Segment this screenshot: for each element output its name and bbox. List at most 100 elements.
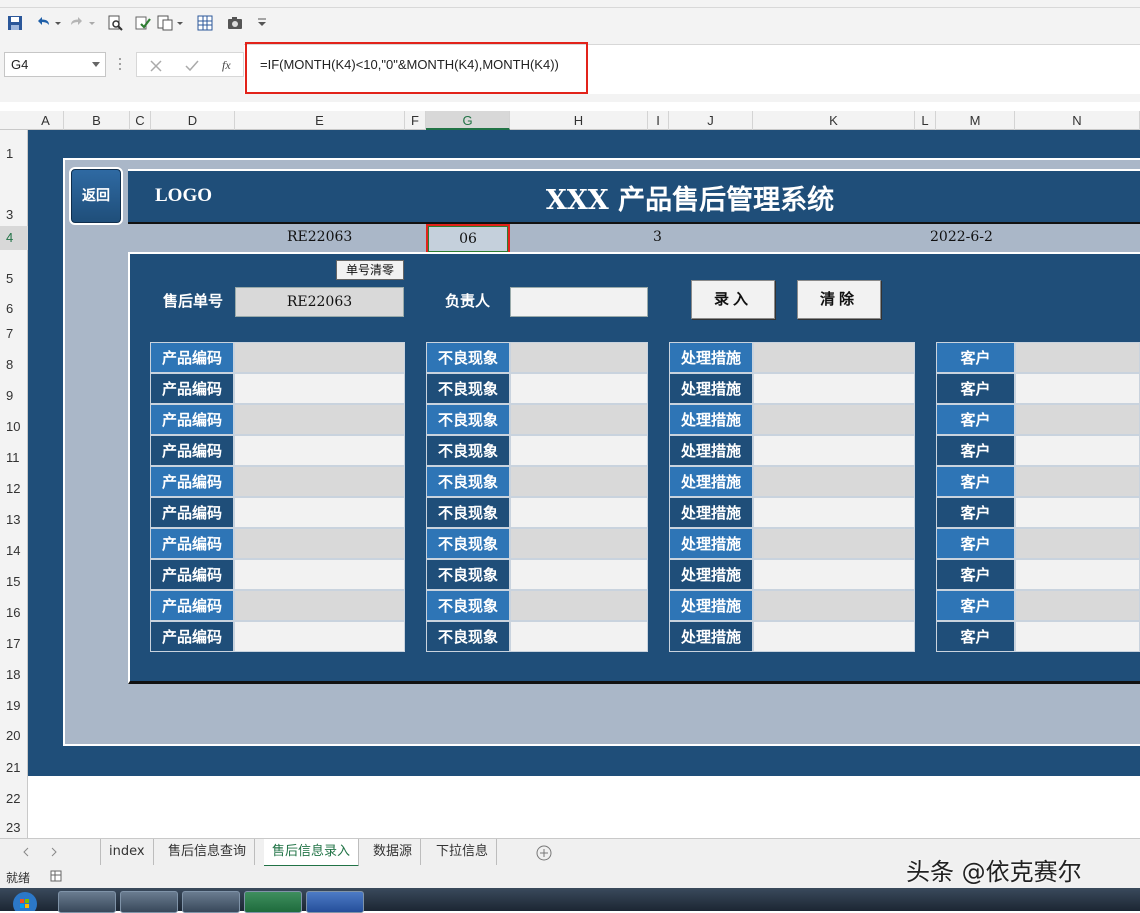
defect-input[interactable] bbox=[510, 404, 648, 435]
product-code-input[interactable] bbox=[234, 435, 405, 466]
measure-input[interactable] bbox=[753, 621, 915, 652]
camera-icon[interactable] bbox=[226, 14, 244, 32]
order-number-field[interactable]: RE22063 bbox=[235, 287, 404, 317]
defect-input[interactable] bbox=[510, 435, 648, 466]
row-header[interactable]: 22 bbox=[0, 791, 28, 806]
tab-query[interactable]: 售后信息查询 bbox=[160, 839, 256, 865]
defect-input[interactable] bbox=[510, 497, 648, 528]
row-header[interactable]: 3 bbox=[0, 207, 28, 222]
date-cell[interactable]: 2022-6-2 bbox=[930, 229, 993, 245]
macro-record-icon[interactable] bbox=[50, 870, 64, 883]
column-header-g[interactable]: G bbox=[426, 111, 510, 130]
browser-icon[interactable] bbox=[182, 891, 240, 913]
row-header[interactable]: 10 bbox=[0, 419, 28, 434]
taskbar-app-icon[interactable] bbox=[58, 891, 116, 913]
sequence-cell[interactable]: 3 bbox=[653, 229, 662, 245]
print-preview-icon[interactable] bbox=[106, 14, 124, 32]
tab-entry[interactable]: 售后信息录入 bbox=[264, 839, 360, 867]
save-icon[interactable] bbox=[6, 14, 24, 32]
word-icon[interactable] bbox=[306, 891, 364, 913]
undo-icon[interactable] bbox=[34, 14, 52, 32]
tab-scroll-left-icon[interactable] bbox=[22, 847, 30, 857]
tab-data-source[interactable]: 数据源 bbox=[365, 839, 422, 865]
measure-input[interactable] bbox=[753, 373, 915, 404]
row-header-selected[interactable]: 4 bbox=[0, 226, 28, 250]
defect-input[interactable] bbox=[510, 621, 648, 652]
measure-input[interactable] bbox=[753, 466, 915, 497]
product-code-input[interactable] bbox=[234, 528, 405, 559]
tab-scroll-right-icon[interactable] bbox=[50, 847, 58, 857]
customer-input[interactable] bbox=[1015, 373, 1140, 404]
customize-qat-icon[interactable] bbox=[256, 14, 268, 32]
measure-input[interactable] bbox=[753, 528, 915, 559]
row-header[interactable]: 17 bbox=[0, 636, 28, 651]
redo-dropdown-icon[interactable] bbox=[88, 14, 96, 32]
cancel-icon[interactable] bbox=[149, 59, 163, 73]
paste-dropdown-icon[interactable] bbox=[176, 14, 184, 32]
customer-input[interactable] bbox=[1015, 466, 1140, 497]
enter-button[interactable]: 录入 bbox=[691, 280, 775, 319]
row-header[interactable]: 14 bbox=[0, 543, 28, 558]
owner-field[interactable] bbox=[510, 287, 648, 317]
row-header[interactable]: 7 bbox=[0, 326, 28, 341]
row-header[interactable]: 8 bbox=[0, 357, 28, 372]
row-header[interactable]: 20 bbox=[0, 728, 28, 743]
insert-function-icon[interactable]: fx bbox=[221, 57, 235, 73]
product-code-input[interactable] bbox=[234, 373, 405, 404]
column-header-d[interactable]: D bbox=[151, 111, 235, 130]
product-code-input[interactable] bbox=[234, 342, 405, 373]
defect-input[interactable] bbox=[510, 528, 648, 559]
name-box-dropdown-icon[interactable] bbox=[92, 62, 100, 67]
defect-input[interactable] bbox=[510, 342, 648, 373]
column-header-n[interactable]: N bbox=[1015, 111, 1140, 130]
row-header[interactable]: 21 bbox=[0, 760, 28, 775]
tab-dropdown-info[interactable]: 下拉信息 bbox=[428, 839, 498, 865]
redo-icon[interactable] bbox=[68, 14, 86, 32]
row-header[interactable]: 23 bbox=[0, 820, 28, 835]
tab-index[interactable]: index bbox=[100, 839, 154, 865]
add-sheet-icon[interactable] bbox=[536, 845, 552, 861]
row-header[interactable]: 19 bbox=[0, 698, 28, 713]
row-header[interactable]: 16 bbox=[0, 605, 28, 620]
column-header-c[interactable]: C bbox=[130, 111, 151, 130]
column-header-m[interactable]: M bbox=[936, 111, 1015, 130]
product-code-input[interactable] bbox=[234, 621, 405, 652]
product-code-input[interactable] bbox=[234, 404, 405, 435]
customer-input[interactable] bbox=[1015, 342, 1140, 373]
customer-input[interactable] bbox=[1015, 559, 1140, 590]
excel-icon[interactable] bbox=[244, 891, 302, 913]
defect-input[interactable] bbox=[510, 466, 648, 497]
column-header-f[interactable]: F bbox=[405, 111, 426, 130]
column-header-a[interactable]: A bbox=[28, 111, 64, 130]
paste-special-icon[interactable] bbox=[156, 14, 174, 32]
customer-input[interactable] bbox=[1015, 435, 1140, 466]
row-header[interactable]: 11 bbox=[0, 450, 28, 465]
customer-input[interactable] bbox=[1015, 404, 1140, 435]
measure-input[interactable] bbox=[753, 497, 915, 528]
measure-input[interactable] bbox=[753, 342, 915, 373]
column-header-e[interactable]: E bbox=[235, 111, 405, 130]
product-code-input[interactable] bbox=[234, 590, 405, 621]
row-header[interactable]: 9 bbox=[0, 388, 28, 403]
column-header-b[interactable]: B bbox=[64, 111, 130, 130]
back-button[interactable]: 返回 bbox=[69, 167, 123, 225]
measure-input[interactable] bbox=[753, 404, 915, 435]
column-header-l[interactable]: L bbox=[915, 111, 936, 130]
customer-input[interactable] bbox=[1015, 497, 1140, 528]
row-header[interactable]: 5 bbox=[0, 271, 28, 286]
table-icon[interactable] bbox=[196, 14, 214, 32]
column-header-j[interactable]: J bbox=[669, 111, 753, 130]
measure-input[interactable] bbox=[753, 559, 915, 590]
clear-number-button[interactable]: 单号清零 bbox=[336, 260, 404, 280]
row-header[interactable]: 13 bbox=[0, 512, 28, 527]
row-header[interactable]: 15 bbox=[0, 574, 28, 589]
column-header-k[interactable]: K bbox=[753, 111, 915, 130]
month-cell-g4[interactable]: 06 bbox=[428, 226, 508, 252]
defect-input[interactable] bbox=[510, 590, 648, 621]
row-header[interactable]: 18 bbox=[0, 667, 28, 682]
row-header[interactable]: 12 bbox=[0, 481, 28, 496]
start-icon[interactable] bbox=[8, 890, 42, 911]
order-number-cell[interactable]: RE22063 bbox=[287, 229, 352, 245]
defect-input[interactable] bbox=[510, 559, 648, 590]
explorer-icon[interactable] bbox=[120, 891, 178, 913]
